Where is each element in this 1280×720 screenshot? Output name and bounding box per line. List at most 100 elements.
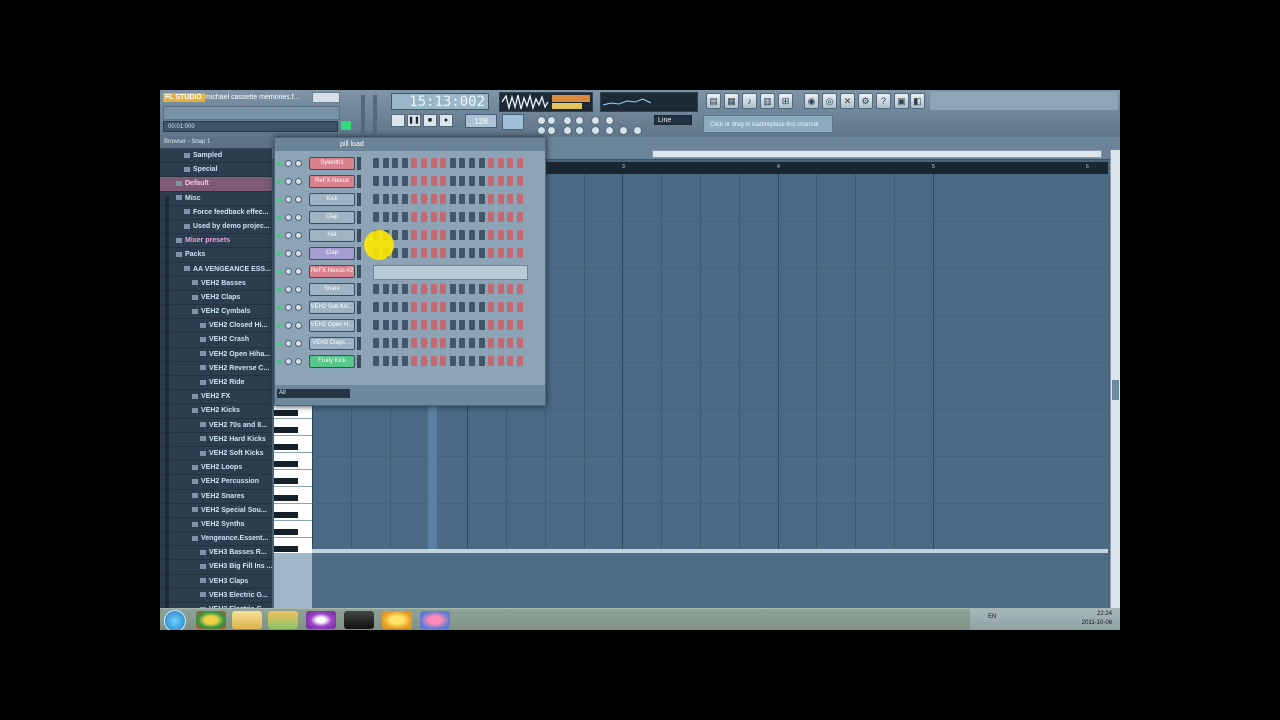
black-key[interactable]: [274, 512, 298, 518]
step-button[interactable]: [478, 158, 485, 168]
step-button[interactable]: [469, 248, 475, 258]
step-button[interactable]: [430, 338, 437, 348]
step-button[interactable]: [401, 356, 408, 366]
step-button[interactable]: [469, 176, 475, 186]
knob[interactable]: [591, 126, 600, 135]
step-button[interactable]: [497, 248, 504, 258]
step-button[interactable]: [411, 284, 418, 294]
step-button[interactable]: [421, 230, 427, 240]
black-key[interactable]: [274, 410, 298, 416]
step-button[interactable]: [488, 356, 495, 366]
step-button[interactable]: [497, 356, 504, 366]
step-button[interactable]: [411, 248, 418, 258]
browser-item[interactable]: VEH2 Reverse C...: [160, 362, 272, 376]
step-button[interactable]: [382, 284, 389, 294]
master-pitch-slider[interactable]: [373, 95, 377, 133]
step-button[interactable]: [449, 230, 456, 240]
step-button[interactable]: [469, 320, 475, 330]
misc-app-icon[interactable]: [420, 611, 450, 629]
channel-button[interactable]: Kick: [309, 193, 355, 206]
pattern-selector[interactable]: [502, 114, 524, 130]
volume-knob[interactable]: [295, 286, 302, 293]
step-button[interactable]: [440, 320, 447, 330]
playlist-icon[interactable]: ▤: [706, 93, 721, 109]
step-graph-lane[interactable]: [373, 265, 528, 280]
browser-item[interactable]: Special: [160, 163, 272, 178]
stop-button[interactable]: ■: [423, 114, 437, 127]
step-button[interactable]: [449, 212, 456, 222]
mute-led[interactable]: [277, 306, 281, 310]
step-button[interactable]: [478, 248, 485, 258]
step-button[interactable]: [401, 284, 408, 294]
language-indicator[interactable]: EN: [988, 614, 996, 620]
channel-select-indicator[interactable]: [357, 157, 361, 170]
black-key[interactable]: [274, 478, 298, 484]
pan-knob[interactable]: [285, 196, 292, 203]
step-button[interactable]: [430, 284, 437, 294]
plugin-icon[interactable]: ✕: [840, 93, 855, 109]
mute-led[interactable]: [277, 342, 281, 346]
volume-knob[interactable]: [295, 196, 302, 203]
step-button[interactable]: [373, 284, 379, 294]
step-button[interactable]: [401, 302, 408, 312]
step-button[interactable]: [497, 158, 504, 168]
step-button[interactable]: [373, 338, 379, 348]
step-button[interactable]: [373, 302, 379, 312]
channel-filter[interactable]: All: [277, 389, 350, 398]
channel-button[interactable]: Snare: [309, 283, 355, 296]
black-key[interactable]: [274, 546, 298, 552]
step-button[interactable]: [392, 338, 399, 348]
step-button[interactable]: [382, 176, 389, 186]
black-key[interactable]: [274, 495, 298, 501]
browser-item[interactable]: VEH2 70s and 8...: [160, 419, 272, 433]
browser-item[interactable]: VEH3 Big Fill Ins ...: [160, 560, 272, 575]
step-button[interactable]: [382, 194, 389, 204]
step-button[interactable]: [469, 194, 475, 204]
step-button[interactable]: [517, 356, 523, 366]
master-volume-slider[interactable]: [361, 95, 365, 133]
step-button[interactable]: [497, 230, 504, 240]
step-button[interactable]: [478, 302, 485, 312]
online-icon[interactable]: ▣: [894, 93, 909, 109]
step-button[interactable]: [517, 248, 523, 258]
step-button[interactable]: [411, 338, 418, 348]
step-button[interactable]: [411, 320, 418, 330]
render-icon[interactable]: ◎: [822, 93, 837, 109]
knob[interactable]: [563, 126, 572, 135]
step-button[interactable]: [517, 338, 523, 348]
step-button[interactable]: [449, 320, 456, 330]
explorer-icon[interactable]: [232, 611, 262, 629]
browser-scrollbar[interactable]: [165, 196, 169, 610]
step-button[interactable]: [478, 194, 485, 204]
step-button[interactable]: [430, 230, 437, 240]
channel-select-indicator[interactable]: [357, 229, 361, 242]
browser-header[interactable]: Browser - Snap 1: [160, 137, 272, 149]
step-button[interactable]: [469, 212, 475, 222]
mute-led[interactable]: [277, 324, 281, 328]
pause-button[interactable]: ❚❚: [407, 114, 421, 127]
volume-knob[interactable]: [295, 160, 302, 167]
step-button[interactable]: [401, 248, 408, 258]
volume-knob[interactable]: [295, 232, 302, 239]
step-button[interactable]: [517, 194, 523, 204]
event-editor-lane[interactable]: [312, 553, 1108, 610]
step-button[interactable]: [488, 158, 495, 168]
mute-led[interactable]: [277, 270, 281, 274]
pattern-song-toggle[interactable]: [391, 114, 405, 127]
mute-led[interactable]: [277, 216, 281, 220]
knob[interactable]: [575, 116, 584, 125]
browser-item[interactable]: VEH2 Crash: [160, 333, 272, 348]
step-button[interactable]: [488, 284, 495, 294]
step-button[interactable]: [392, 176, 399, 186]
browser-item[interactable]: VEH2 Synths: [160, 518, 272, 533]
step-button[interactable]: [488, 230, 495, 240]
channel-button[interactable]: Clap: [309, 211, 355, 224]
mute-led[interactable]: [277, 162, 281, 166]
step-button[interactable]: [440, 158, 447, 168]
scroll-thumb[interactable]: [1112, 380, 1119, 400]
browser-item[interactable]: VEH3 Claps: [160, 575, 272, 589]
step-button[interactable]: [382, 356, 389, 366]
step-button[interactable]: [430, 320, 437, 330]
step-sequencer-icon[interactable]: ▦: [724, 93, 739, 109]
channel-button[interactable]: Fruity Kick: [309, 355, 355, 368]
